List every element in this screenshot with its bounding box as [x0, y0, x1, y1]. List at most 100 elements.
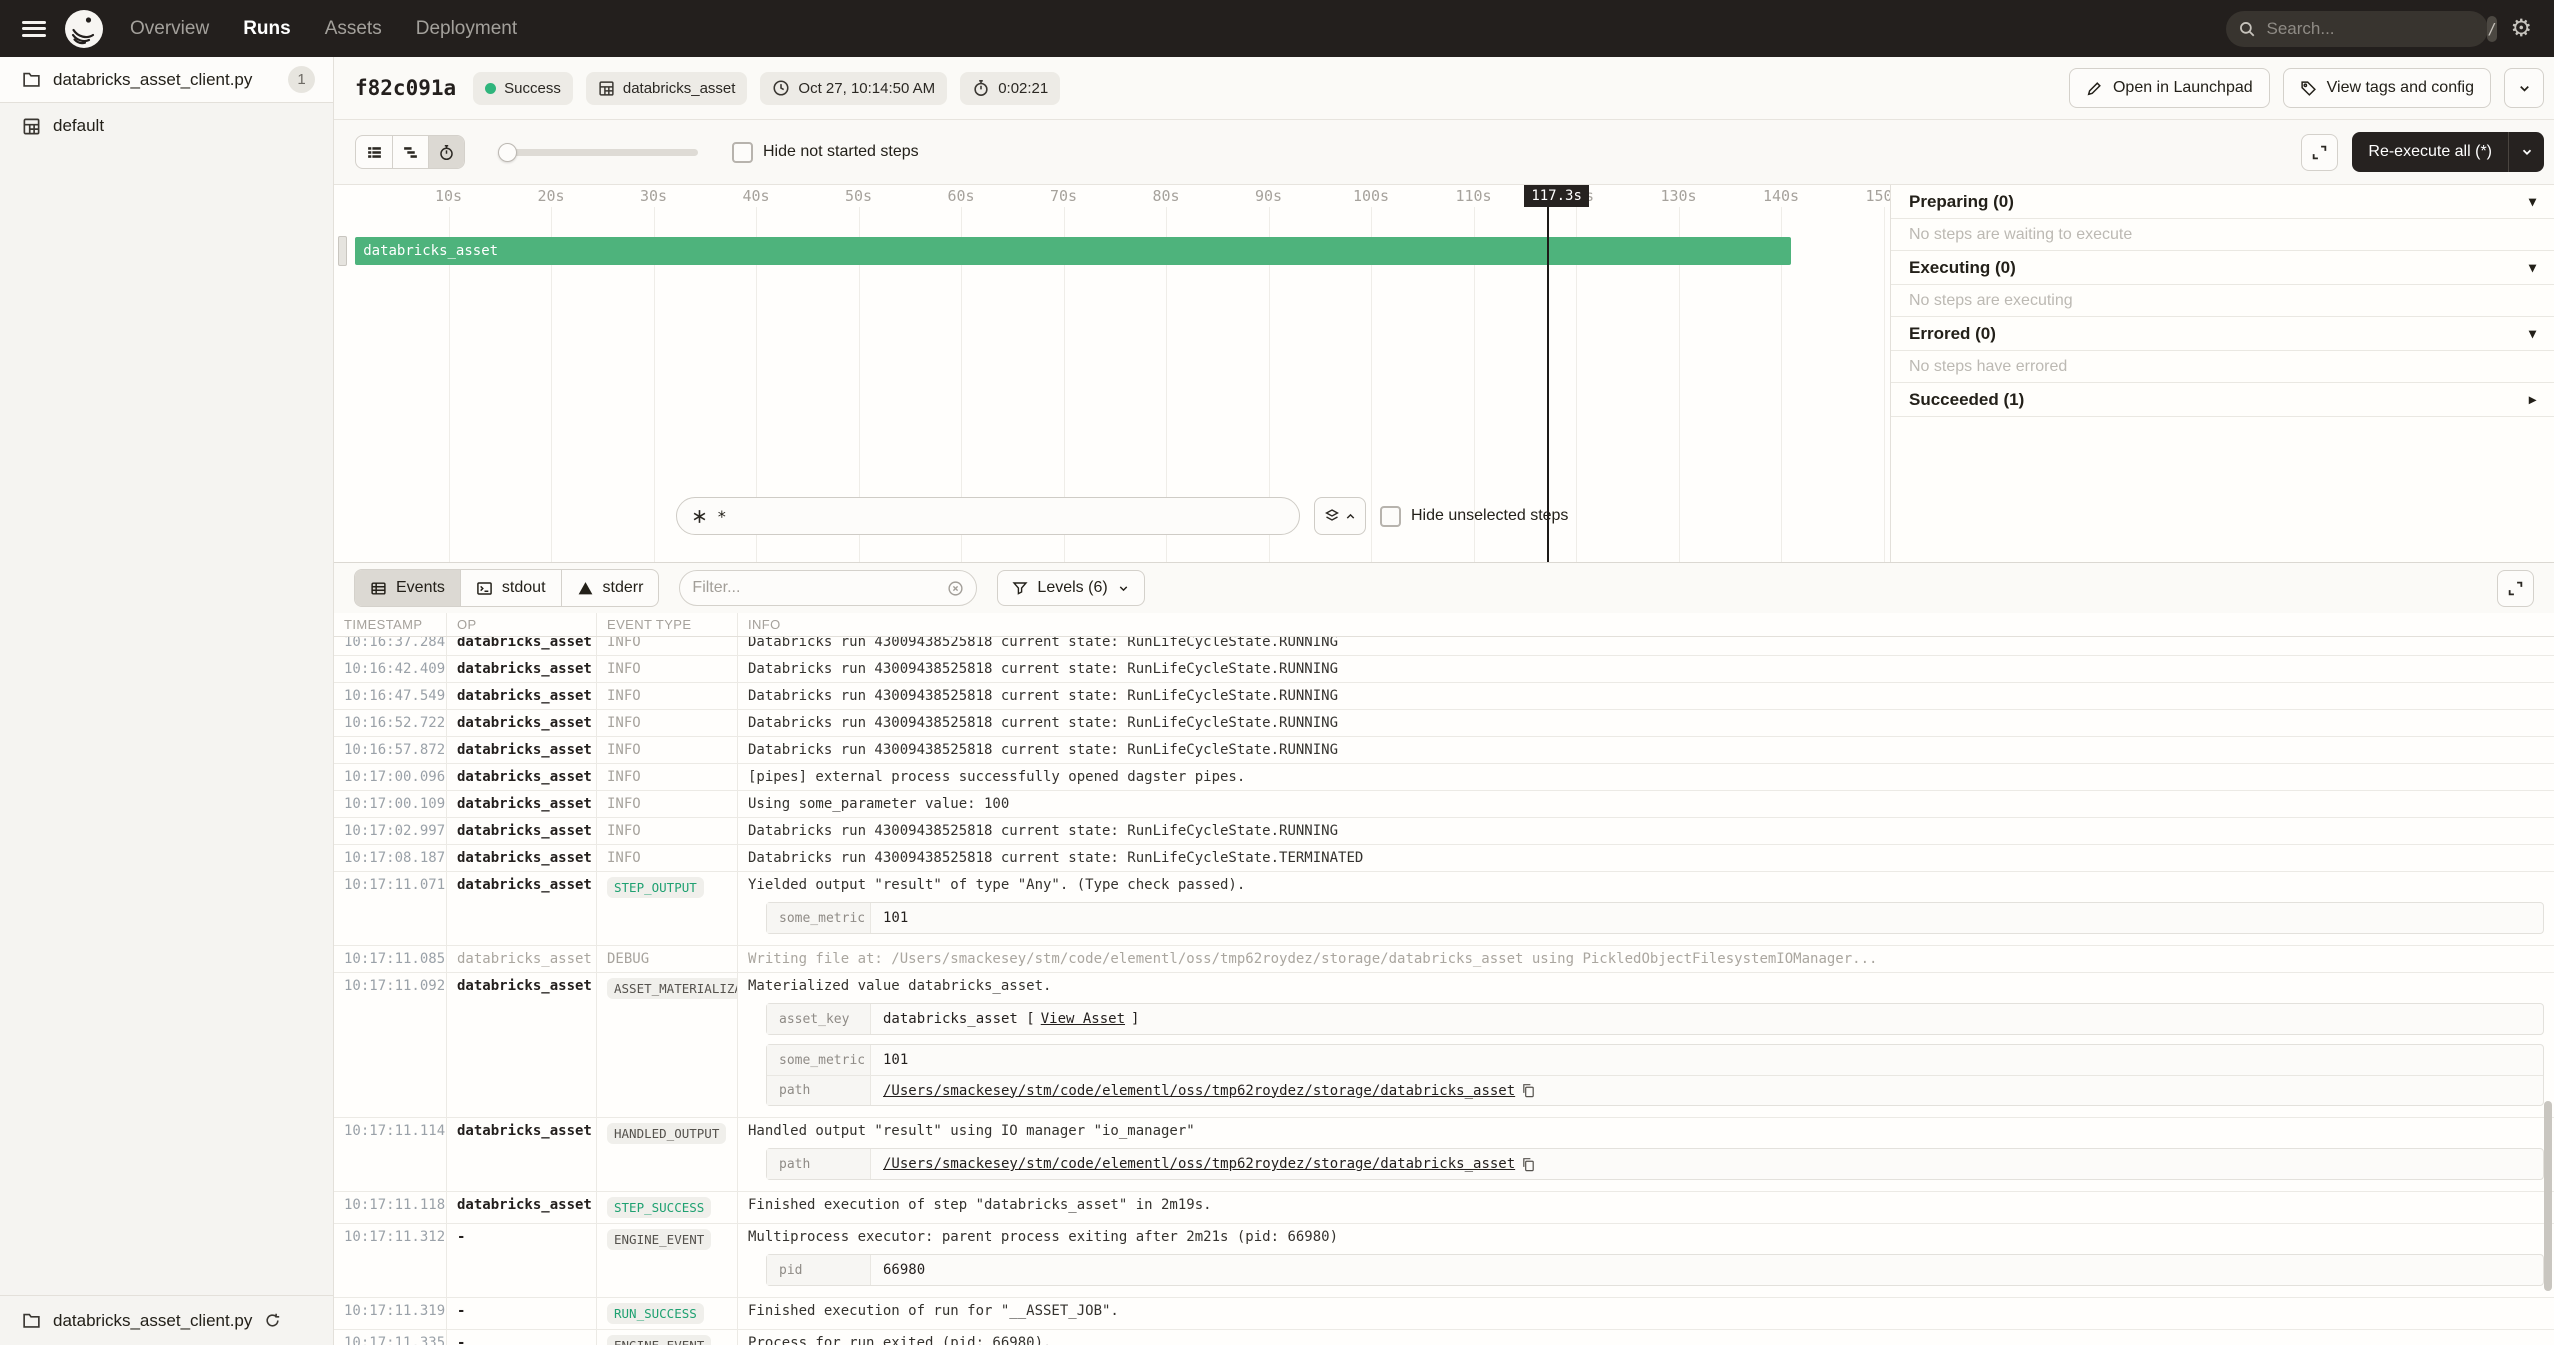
tab-Events[interactable]: Events	[355, 570, 460, 606]
status-section-title: Errored (0)	[1909, 324, 1996, 344]
view-tags-config-button[interactable]: View tags and config	[2283, 68, 2491, 108]
checkbox-icon[interactable]	[732, 142, 753, 163]
log-row[interactable]: 10:16:42.409databricks_assetINFODatabric…	[334, 656, 2554, 683]
log-scrollbar-thumb[interactable]	[2544, 1101, 2552, 1291]
log-column-header: TIMESTAMP	[334, 613, 447, 636]
search-icon	[2238, 20, 2256, 38]
clear-filter-icon[interactable]	[947, 580, 964, 597]
levels-dropdown-button[interactable]: Levels (6)	[997, 570, 1144, 606]
log-message: Databricks run 43009438525818 current st…	[748, 715, 2544, 731]
status-section-header[interactable]: Executing (0)▾	[1891, 251, 2554, 285]
gantt-resize-handle[interactable]	[338, 236, 347, 266]
log-row[interactable]: 10:17:02.997databricks_assetINFODatabric…	[334, 818, 2554, 845]
metadata-link[interactable]: /Users/smackesey/stm/code/elementl/oss/t…	[883, 1156, 1515, 1172]
settings-gear-icon[interactable]: ⚙	[2510, 17, 2532, 41]
nav-item-overview[interactable]: Overview	[130, 18, 209, 40]
log-event-type: INFO	[597, 710, 738, 736]
log-info: Databricks run 43009438525818 current st…	[738, 845, 2554, 871]
log-info: Finished execution of step "databricks_a…	[738, 1192, 2554, 1223]
log-row[interactable]: 10:17:11.071databricks_assetSTEP_OUTPUTY…	[334, 872, 2554, 946]
log-fullscreen-button[interactable]	[2497, 570, 2534, 607]
nav-item-assets[interactable]: Assets	[325, 18, 382, 40]
open-in-launchpad-button[interactable]: Open in Launchpad	[2069, 68, 2270, 108]
status-section-empty-message: No steps are waiting to execute	[1891, 219, 2554, 251]
log-row[interactable]: 10:16:57.872databricks_assetINFODatabric…	[334, 737, 2554, 764]
log-row[interactable]: 10:17:00.109databricks_assetINFOUsing so…	[334, 791, 2554, 818]
nav-item-deployment[interactable]: Deployment	[416, 18, 517, 40]
log-row[interactable]: 10:17:11.312-ENGINE_EVENTMultiprocess ex…	[334, 1224, 2554, 1298]
log-event-type: ENGINE_EVENT	[597, 1224, 738, 1297]
hamburger-menu-icon[interactable]	[22, 21, 46, 37]
tab-stdout[interactable]: stdout	[460, 570, 561, 606]
gantt-zoom-slider[interactable]	[500, 143, 698, 161]
copy-icon[interactable]	[1521, 1083, 1536, 1098]
step-selector[interactable]	[676, 497, 1300, 535]
run-target-tag[interactable]: databricks_asset	[586, 72, 748, 105]
event-type-badge: ASSET_MATERIALIZAT...	[607, 978, 738, 999]
gantt-step-bar[interactable]: databricks_asset	[355, 237, 1791, 265]
timed-view-button[interactable]	[428, 136, 464, 168]
sidebar-item-databricks-asset-client-py[interactable]: databricks_asset_client.py1	[0, 57, 333, 103]
log-event-type: ASSET_MATERIALIZAT...	[597, 973, 738, 1117]
flat-view-button[interactable]	[356, 136, 392, 168]
log-timestamp: 10:17:11.335	[334, 1330, 447, 1345]
log-row[interactable]: 10:17:11.335-ENGINE_EVENTProcess for run…	[334, 1330, 2554, 1345]
waterfall-view-button[interactable]	[392, 136, 428, 168]
log-info: Databricks run 43009438525818 current st…	[738, 710, 2554, 736]
gantt-fullscreen-button[interactable]	[2301, 134, 2338, 171]
refresh-icon[interactable]	[264, 1312, 281, 1329]
main-area: f82c091a Success databricks_asset Oct 27…	[334, 57, 2554, 1345]
log-filter-input[interactable]	[692, 579, 947, 597]
log-event-type: DEBUG	[597, 946, 738, 972]
log-row[interactable]: 10:16:52.722databricks_assetINFODatabric…	[334, 710, 2554, 737]
success-dot-icon	[485, 83, 496, 94]
log-row[interactable]: 10:16:47.549databricks_assetINFODatabric…	[334, 683, 2554, 710]
pencil-icon	[2086, 80, 2103, 97]
status-section-header[interactable]: Errored (0)▾	[1891, 317, 2554, 351]
metadata-link[interactable]: /Users/smackesey/stm/code/elementl/oss/t…	[883, 1083, 1515, 1099]
log-event-type: INFO	[597, 764, 738, 790]
log-row[interactable]: 10:17:08.187databricks_assetINFODatabric…	[334, 845, 2554, 872]
reexecute-dropdown-caret[interactable]	[2508, 132, 2544, 172]
log-row[interactable]: 10:16:37.284databricks_assetINFODatabric…	[334, 637, 2554, 656]
log-table-body: 10:16:37.284databricks_assetINFODatabric…	[334, 637, 2554, 1345]
gantt-tick-label: 30s	[632, 187, 676, 205]
log-filter[interactable]	[679, 570, 977, 606]
hide-unselected-checkbox[interactable]: Hide unselected steps	[1380, 506, 1568, 527]
log-event-type: HANDLED_OUTPUT	[597, 1118, 738, 1191]
step-selector-input[interactable]	[717, 507, 1285, 526]
status-section-header[interactable]: Succeeded (1)▸	[1891, 383, 2554, 417]
log-op: databricks_asset	[447, 946, 597, 972]
log-message: [pipes] external process successfully op…	[748, 769, 2544, 785]
log-row[interactable]: 10:17:11.118databricks_assetSTEP_SUCCESS…	[334, 1192, 2554, 1224]
copy-icon[interactable]	[1521, 1157, 1536, 1172]
log-row[interactable]: 10:17:11.319-RUN_SUCCESSFinished executi…	[334, 1298, 2554, 1330]
log-message: Process for run exited (pid: 66980).	[748, 1335, 2544, 1345]
log-row[interactable]: 10:17:11.114databricks_assetHANDLED_OUTP…	[334, 1118, 2554, 1192]
log-op: -	[447, 1224, 597, 1297]
log-row[interactable]: 10:17:00.096databricks_assetINFO[pipes] …	[334, 764, 2554, 791]
chevron-down-icon	[2517, 81, 2532, 96]
log-info: Handled output "result" using IO manager…	[738, 1118, 2554, 1191]
status-section-header[interactable]: Preparing (0)▾	[1891, 185, 2554, 219]
sidebar-item-label: databricks_asset_client.py	[53, 70, 276, 90]
tab-stderr[interactable]: stderr	[561, 570, 659, 606]
global-search[interactable]: /	[2226, 11, 2488, 47]
reexecute-all-button[interactable]: Re-execute all (*)	[2352, 132, 2544, 172]
slider-knob[interactable]	[498, 143, 517, 162]
nav-item-runs[interactable]: Runs	[243, 18, 291, 40]
dagster-logo-icon[interactable]	[64, 9, 104, 49]
search-input[interactable]	[2266, 19, 2487, 39]
log-toolbar: Eventsstdoutstderr Levels (6)	[334, 563, 2554, 613]
log-row[interactable]: 10:17:11.085databricks_assetDEBUGWriting…	[334, 946, 2554, 973]
log-row[interactable]: 10:17:11.092databricks_assetASSET_MATERI…	[334, 973, 2554, 1118]
checkbox-icon[interactable]	[1380, 506, 1401, 527]
log-timestamp: 10:17:11.118	[334, 1192, 447, 1223]
metadata-key: asset_key	[767, 1004, 871, 1034]
sidebar-item-default[interactable]: default	[0, 103, 333, 149]
run-more-actions-button[interactable]	[2504, 68, 2544, 108]
metadata-link[interactable]: View Asset	[1041, 1011, 1125, 1027]
sidebar-footer-repo[interactable]: databricks_asset_client.py	[0, 1295, 333, 1345]
hide-not-started-checkbox[interactable]: Hide not started steps	[732, 142, 919, 163]
graph-query-toggle-button[interactable]	[1314, 497, 1366, 535]
